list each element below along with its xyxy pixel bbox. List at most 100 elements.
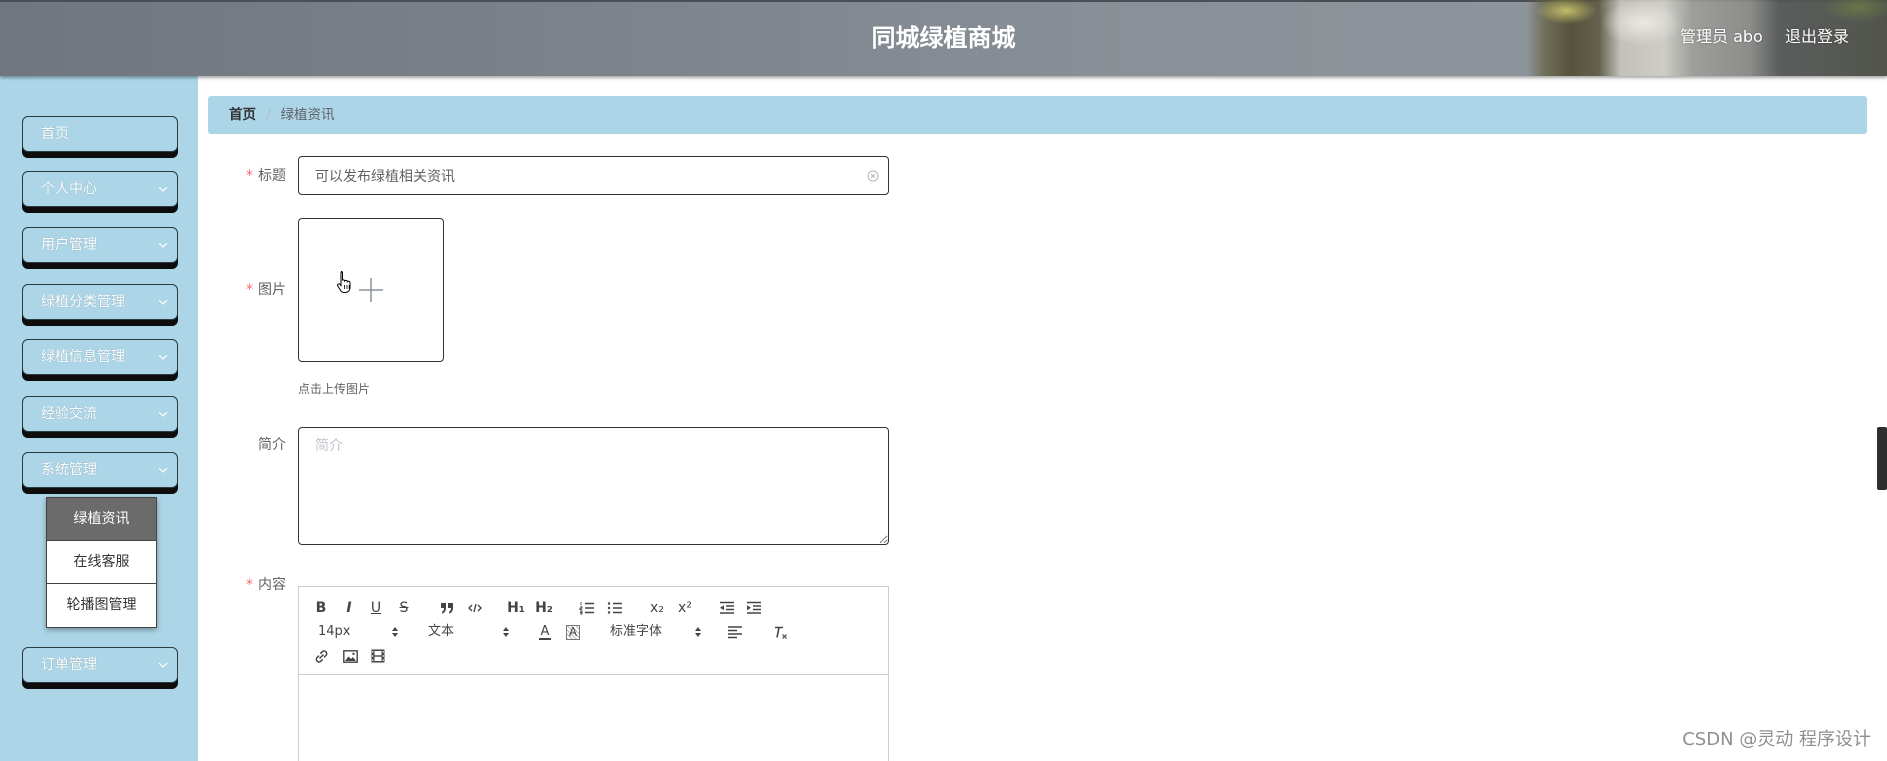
main-content: 首页 / 绿植资讯 * 标题 * 图片 点击上传图片 简介 * 内容 B I U S [198, 76, 1887, 761]
select-arrows-icon [695, 627, 701, 637]
heading-1-button[interactable]: H₁ [504, 598, 528, 618]
logout-link[interactable]: 退出登录 [1785, 0, 1849, 74]
plus-icon [359, 278, 383, 302]
sidebar-item-label: 首页 [41, 126, 69, 142]
background-color-icon: A [565, 624, 581, 640]
breadcrumb-current: 绿植资讯 [280, 107, 335, 123]
align-left-icon [728, 626, 742, 639]
heading-2-button[interactable]: H₂ [532, 598, 556, 618]
video-icon [371, 649, 385, 663]
system-management-submenu: 绿植资讯 在线客服 轮播图管理 [46, 497, 157, 628]
indent-icon [747, 601, 761, 614]
title-input[interactable] [298, 156, 889, 195]
bold-button[interactable]: B [309, 598, 333, 618]
blockquote-button[interactable] [435, 598, 459, 618]
sidebar-item-label: 绿植分类管理 [41, 294, 125, 310]
sidebar-item-experience-exchange[interactable]: 经验交流 [22, 396, 178, 432]
sidebar: 首页 个人中心 用户管理 绿植分类管理 绿植信息管理 经验交流 系统管理 绿植资… [0, 76, 198, 761]
font-size-select[interactable]: 14px [318, 622, 351, 642]
image-upload-box[interactable] [298, 218, 444, 362]
required-mark: * [246, 577, 253, 593]
background-color-button[interactable]: A [561, 622, 585, 642]
rich-text-editor: B I U S H₁ H₂ x₂ x² 14px 文本 A A 标准字体 [298, 586, 889, 761]
heading-2-icon: H₂ [535, 600, 553, 616]
top-header: 同城绿植商城 管理员 abo 退出登录 [0, 0, 1887, 76]
sidebar-item-plant-category-management[interactable]: 绿植分类管理 [22, 284, 178, 320]
blockquote-icon [441, 603, 453, 614]
watermark: CSDN @灵动 程序设计 [1682, 729, 1871, 750]
sidebar-item-label: 个人中心 [41, 181, 97, 197]
chevron-down-icon [158, 354, 168, 360]
outdent-button[interactable] [715, 598, 739, 618]
content-label: * 内容 [198, 575, 286, 595]
subscript-button[interactable]: x₂ [645, 598, 669, 618]
sidebar-item-label: 系统管理 [41, 462, 97, 478]
title-label: * 标题 [198, 166, 286, 186]
bullet-list-icon [607, 602, 622, 614]
bold-icon: B [315, 600, 327, 616]
insert-video-button[interactable] [366, 646, 390, 666]
link-button[interactable] [309, 646, 333, 666]
clear-format-icon [774, 626, 787, 639]
italic-icon: I [346, 600, 352, 616]
superscript-button[interactable]: x² [673, 598, 697, 618]
sidebar-item-plant-info-management[interactable]: 绿植信息管理 [22, 339, 178, 375]
submenu-item-plant-news[interactable]: 绿植资讯 [47, 498, 156, 541]
font-family-select[interactable]: 标准字体 [610, 622, 662, 642]
sidebar-item-label: 绿植信息管理 [41, 349, 125, 365]
sidebar-item-order-management[interactable]: 订单管理 [22, 647, 178, 683]
breadcrumb-home[interactable]: 首页 [229, 107, 256, 123]
strikethrough-button[interactable]: S [392, 598, 416, 618]
chevron-down-icon [158, 186, 168, 192]
breadcrumb-separator: / [266, 107, 271, 123]
outdent-icon [720, 601, 734, 614]
header-select[interactable]: 文本 [428, 622, 454, 642]
heading-1-icon: H₁ [507, 600, 525, 616]
indent-button[interactable] [742, 598, 766, 618]
code-block-icon [468, 603, 482, 613]
summary-label: 简介 [258, 437, 286, 453]
code-block-button[interactable] [463, 598, 487, 618]
select-arrows-icon [392, 627, 398, 637]
chevron-down-icon [158, 242, 168, 248]
sidebar-item-system-management[interactable]: 系统管理 [22, 452, 178, 488]
font-color-button[interactable]: A [533, 622, 557, 642]
sidebar-item-personal-center[interactable]: 个人中心 [22, 171, 178, 207]
submenu-item-online-service[interactable]: 在线客服 [47, 541, 156, 584]
italic-button[interactable]: I [337, 598, 361, 618]
circle-close-icon[interactable] [867, 170, 879, 182]
sidebar-item-label: 用户管理 [41, 237, 97, 253]
upload-hint: 点击上传图片 [298, 382, 371, 396]
bullet-list-button[interactable] [603, 598, 627, 618]
required-mark: * [246, 168, 253, 184]
summary-textarea[interactable] [298, 427, 889, 545]
image-label-text: 图片 [258, 282, 286, 298]
select-arrows-icon [503, 627, 509, 637]
image-icon [342, 649, 358, 663]
insert-image-button[interactable] [338, 646, 362, 666]
underline-icon: U [370, 600, 382, 616]
breadcrumb: 首页 / 绿植资讯 [208, 96, 1867, 134]
page-scrollbar-thumb[interactable] [1877, 427, 1887, 490]
ordered-list-icon [579, 602, 594, 615]
sidebar-item-user-management[interactable]: 用户管理 [22, 227, 178, 263]
editor-content-area[interactable] [299, 676, 888, 761]
strikethrough-icon: S [399, 600, 409, 616]
submenu-item-carousel-management[interactable]: 轮播图管理 [47, 584, 156, 627]
chevron-down-icon [158, 411, 168, 417]
content-label-text: 内容 [258, 577, 286, 593]
chevron-down-icon [158, 662, 168, 668]
ordered-list-button[interactable] [575, 598, 599, 618]
admin-user-label: 管理员 abo [1680, 27, 1763, 46]
align-button[interactable] [723, 622, 747, 642]
underline-button[interactable]: U [364, 598, 388, 618]
sidebar-item-home[interactable]: 首页 [22, 116, 178, 152]
sidebar-item-label: 订单管理 [41, 657, 97, 673]
editor-toolbar: B I U S H₁ H₂ x₂ x² 14px 文本 A A 标准字体 [299, 587, 888, 675]
chevron-down-icon [158, 467, 168, 473]
subscript-icon: x₂ [650, 600, 664, 616]
title-label-text: 标题 [258, 168, 286, 184]
link-icon [315, 649, 327, 663]
clear-format-button[interactable] [768, 622, 792, 642]
image-label: * 图片 [198, 280, 286, 300]
